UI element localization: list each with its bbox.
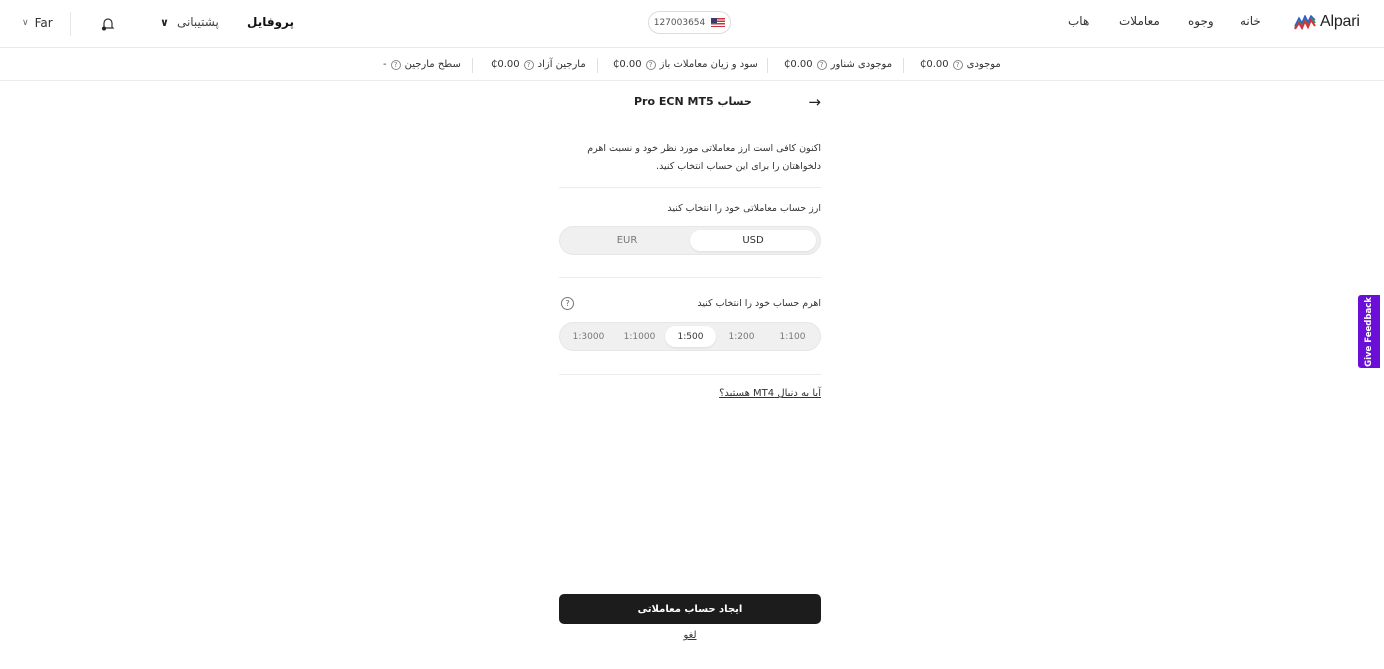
- language-label: Far: [34, 16, 53, 30]
- currency-option-eur[interactable]: EUR: [564, 230, 690, 251]
- stat-divider: [903, 58, 904, 73]
- create-account-button[interactable]: ایجاد حساب معاملاتی: [559, 594, 821, 624]
- nav-link-home[interactable]: خانه: [1240, 14, 1261, 28]
- leverage-option-1000[interactable]: 1:1000: [614, 326, 665, 347]
- stat-margin-level: سطح مارجین ? -: [383, 59, 461, 70]
- notification-bell-icon[interactable]: [100, 16, 116, 32]
- stat-floating-balance: موجودی شناور ? ₵0.00: [784, 59, 893, 70]
- nav-link-funds[interactable]: وجوه: [1188, 14, 1214, 28]
- nav-divider: [70, 12, 71, 36]
- top-navigation: ∨ Far ∨ پشتیبانی پروفایل 127003654 هاب م…: [0, 0, 1384, 48]
- info-icon[interactable]: ?: [952, 59, 963, 70]
- stat-divider: [767, 58, 768, 73]
- form-header: حساب Pro ECN MT5 →: [559, 93, 821, 111]
- page-title: حساب Pro ECN MT5: [634, 95, 752, 108]
- stat-open-pnl: سود و زیان معاملات باز ? ₵0.00: [613, 59, 758, 70]
- leverage-label: اهرم حساب خود را انتخاب کنید: [697, 298, 821, 309]
- chevron-down-icon: ∨: [160, 15, 169, 29]
- info-icon[interactable]: ?: [816, 59, 827, 70]
- logo-text: Alpari: [1320, 13, 1360, 30]
- chevron-down-icon: ∨: [22, 18, 29, 28]
- info-icon[interactable]: ?: [390, 59, 401, 70]
- cancel-link-text[interactable]: لغو: [683, 630, 696, 641]
- intro-text: اکنون کافی است ارز معاملاتی مورد نظر خود…: [587, 143, 821, 172]
- leverage-option-500[interactable]: 1:500: [665, 326, 716, 347]
- feedback-label: Give Feedback: [1364, 296, 1374, 367]
- leverage-option-100[interactable]: 1:100: [767, 326, 818, 347]
- currency-option-usd[interactable]: USD: [690, 230, 816, 251]
- leverage-option-200[interactable]: 1:200: [716, 326, 767, 347]
- stat-free-margin: مارجین آزاد ? ₵0.00: [491, 59, 586, 70]
- account-stats-bar: سطح مارجین ? - مارجین آزاد ? ₵0.00 سود و…: [0, 50, 1384, 81]
- currency-toggle: EUR USD: [559, 226, 821, 255]
- profile-link[interactable]: پروفایل: [247, 15, 294, 29]
- account-number: 127003654: [653, 17, 706, 28]
- divider: [559, 374, 821, 375]
- back-arrow-icon[interactable]: →: [808, 93, 821, 111]
- divider: [559, 277, 821, 278]
- stat-divider: [472, 58, 473, 73]
- language-selector[interactable]: ∨ Far: [22, 16, 53, 30]
- leverage-toggle: 1:3000 1:1000 1:500 1:200 1:100: [559, 322, 821, 351]
- info-icon[interactable]: ?: [645, 59, 656, 70]
- currency-label: ارز حساب معاملاتی خود را انتخاب کنید: [667, 203, 821, 214]
- info-icon[interactable]: ?: [523, 59, 534, 70]
- give-feedback-tab[interactable]: Give Feedback: [1358, 295, 1380, 368]
- account-selector[interactable]: 127003654: [648, 11, 731, 34]
- stat-balance: موجودی ? ₵0.00: [920, 59, 1001, 70]
- alpari-logo-icon: [1294, 14, 1316, 30]
- support-label: پشتیبانی: [176, 15, 219, 29]
- alpari-logo[interactable]: Alpari: [1294, 13, 1360, 31]
- mt4-link[interactable]: آیا به دنبال MT4 هستید؟: [719, 388, 821, 399]
- us-flag-icon: [711, 18, 726, 27]
- divider: [559, 187, 821, 188]
- nav-link-trading[interactable]: معاملات: [1119, 14, 1160, 28]
- leverage-option-3000[interactable]: 1:3000: [563, 326, 614, 347]
- help-icon[interactable]: ?: [561, 297, 574, 310]
- support-menu[interactable]: ∨ پشتیبانی: [160, 15, 219, 29]
- nav-link-hub[interactable]: هاب: [1068, 14, 1089, 28]
- stat-divider: [597, 58, 598, 73]
- cancel-link: لغو: [0, 630, 1380, 641]
